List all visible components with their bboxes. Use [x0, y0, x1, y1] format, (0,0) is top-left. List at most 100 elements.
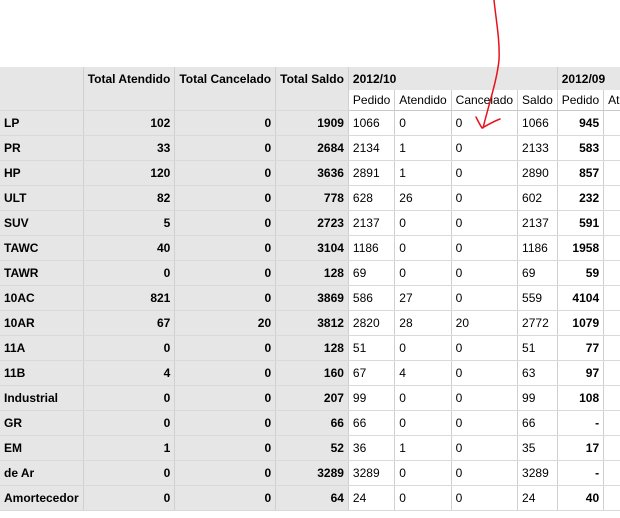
pedido-cell[interactable]: 69 [348, 260, 396, 286]
saldo-cell[interactable]: 559 [517, 285, 558, 311]
saldo-cell[interactable]: 2133 [517, 135, 558, 161]
total-atendido-cell[interactable]: 67 [83, 310, 176, 336]
table-row[interactable]: 11B 4 0 160 67 4 0 63 97 [0, 360, 620, 386]
pedido-cell[interactable]: 67 [348, 360, 396, 386]
total-atendido-cell[interactable]: 0 [83, 460, 176, 486]
total-saldo-cell[interactable]: 66 [275, 410, 349, 436]
total-cancelado-cell[interactable]: 0 [174, 110, 277, 136]
cancelado-cell[interactable]: 0 [451, 360, 519, 386]
atendido-2-cell[interactable] [603, 285, 620, 311]
atendido-2-cell[interactable] [603, 460, 620, 486]
table-row[interactable]: LP 102 0 1909 1066 0 0 1066 945 [0, 110, 620, 136]
total-cancelado-cell[interactable]: 0 [174, 485, 277, 511]
row-label[interactable]: PR [0, 135, 84, 161]
sub-header-atendido-2[interactable]: At [603, 90, 620, 111]
atendido-cell[interactable]: 0 [394, 385, 452, 411]
total-cancelado-cell[interactable]: 0 [174, 210, 277, 236]
pedido-cell[interactable]: 24 [348, 485, 396, 511]
cancelado-cell[interactable]: 0 [451, 435, 519, 461]
atendido-2-cell[interactable] [603, 485, 620, 511]
saldo-cell[interactable]: 3289 [517, 460, 558, 486]
atendido-cell[interactable]: 0 [394, 460, 452, 486]
table-row[interactable]: SUV 5 0 2723 2137 0 0 2137 591 [0, 210, 620, 236]
pedido-2-cell[interactable]: 857 [557, 160, 605, 186]
pedido-2-cell[interactable]: 1079 [557, 310, 605, 336]
pedido-2-cell[interactable]: 232 [557, 185, 605, 211]
total-saldo-cell[interactable]: 128 [275, 260, 349, 286]
table-row[interactable]: TAWC 40 0 3104 1186 0 0 1186 1958 [0, 235, 620, 261]
total-atendido-cell[interactable]: 102 [83, 110, 176, 136]
atendido-cell[interactable]: 27 [394, 285, 452, 311]
total-cancelado-cell[interactable]: 0 [174, 335, 277, 361]
total-cancelado-cell[interactable]: 0 [174, 160, 277, 186]
total-saldo-cell[interactable]: 3812 [275, 310, 349, 336]
cancelado-cell[interactable]: 20 [451, 310, 519, 336]
row-label[interactable]: ULT [0, 185, 84, 211]
cancelado-cell[interactable]: 0 [451, 485, 519, 511]
total-cancelado-cell[interactable]: 0 [174, 360, 277, 386]
pedido-cell[interactable]: 99 [348, 385, 396, 411]
row-label[interactable]: 10AR [0, 310, 84, 336]
cancelado-cell[interactable]: 0 [451, 135, 519, 161]
saldo-cell[interactable]: 2890 [517, 160, 558, 186]
row-label[interactable]: Industrial [0, 385, 84, 411]
row-label[interactable]: 11A [0, 335, 84, 361]
atendido-cell[interactable]: 0 [394, 485, 452, 511]
table-row[interactable]: Industrial 0 0 207 99 0 0 99 108 [0, 385, 620, 411]
atendido-2-cell[interactable] [603, 410, 620, 436]
row-label[interactable]: TAWC [0, 235, 84, 261]
atendido-cell[interactable]: 1 [394, 160, 452, 186]
total-saldo-cell[interactable]: 52 [275, 435, 349, 461]
pedido-2-cell[interactable]: 77 [557, 335, 605, 361]
atendido-cell[interactable]: 0 [394, 235, 452, 261]
total-cancelado-cell[interactable]: 0 [174, 185, 277, 211]
total-cancelado-cell[interactable]: 0 [174, 410, 277, 436]
pedido-2-cell[interactable]: 40 [557, 485, 605, 511]
pedido-cell[interactable]: 2134 [348, 135, 396, 161]
total-atendido-cell[interactable]: 0 [83, 410, 176, 436]
cancelado-cell[interactable]: 0 [451, 385, 519, 411]
row-label[interactable]: HP [0, 160, 84, 186]
atendido-2-cell[interactable] [603, 385, 620, 411]
total-saldo-cell[interactable]: 3289 [275, 460, 349, 486]
pedido-cell[interactable]: 1066 [348, 110, 396, 136]
atendido-cell[interactable]: 0 [394, 260, 452, 286]
total-cancelado-cell[interactable]: 0 [174, 260, 277, 286]
row-label[interactable]: TAWR [0, 260, 84, 286]
table-row[interactable]: 11A 0 0 128 51 0 0 51 77 [0, 335, 620, 361]
total-cancelado-cell[interactable]: 0 [174, 285, 277, 311]
pedido-2-cell[interactable]: 591 [557, 210, 605, 236]
total-cancelado-cell[interactable]: 0 [174, 460, 277, 486]
row-label[interactable]: LP [0, 110, 84, 136]
total-atendido-cell[interactable]: 0 [83, 335, 176, 361]
atendido-cell[interactable]: 0 [394, 210, 452, 236]
atendido-2-cell[interactable] [603, 110, 620, 136]
table-row[interactable]: 10AC 821 0 3869 586 27 0 559 4104 [0, 285, 620, 311]
saldo-cell[interactable]: 63 [517, 360, 558, 386]
table-row[interactable]: ULT 82 0 778 628 26 0 602 232 [0, 185, 620, 211]
atendido-cell[interactable]: 4 [394, 360, 452, 386]
table-row[interactable]: HP 120 0 3636 2891 1 0 2890 857 [0, 160, 620, 186]
total-atendido-cell[interactable]: 1 [83, 435, 176, 461]
saldo-cell[interactable]: 66 [517, 410, 558, 436]
atendido-2-cell[interactable] [603, 335, 620, 361]
table-row[interactable]: EM 1 0 52 36 1 0 35 17 [0, 435, 620, 461]
saldo-cell[interactable]: 602 [517, 185, 558, 211]
pedido-cell[interactable]: 1186 [348, 235, 396, 261]
pedido-cell[interactable]: 66 [348, 410, 396, 436]
atendido-cell[interactable]: 0 [394, 410, 452, 436]
row-label[interactable]: GR [0, 410, 84, 436]
saldo-cell[interactable]: 24 [517, 485, 558, 511]
row-label[interactable]: de Ar [0, 460, 84, 486]
total-atendido-cell[interactable]: 0 [83, 385, 176, 411]
pedido-2-cell[interactable]: - [557, 460, 605, 486]
col-header-total-cancelado[interactable]: Total Cancelado [174, 67, 277, 90]
atendido-cell[interactable]: 1 [394, 435, 452, 461]
cancelado-cell[interactable]: 0 [451, 260, 519, 286]
total-saldo-cell[interactable]: 3636 [275, 160, 349, 186]
table-row[interactable]: PR 33 0 2684 2134 1 0 2133 583 [0, 135, 620, 161]
pedido-cell[interactable]: 628 [348, 185, 396, 211]
total-saldo-cell[interactable]: 2684 [275, 135, 349, 161]
cancelado-cell[interactable]: 0 [451, 110, 519, 136]
total-saldo-cell[interactable]: 3869 [275, 285, 349, 311]
